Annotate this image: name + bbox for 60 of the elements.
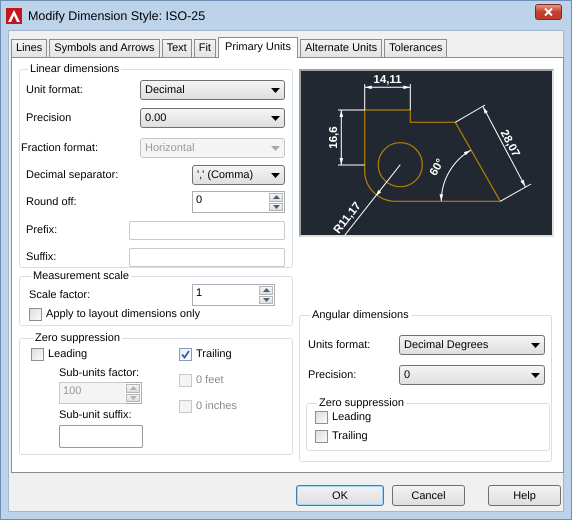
- checkbox[interactable]: [315, 430, 328, 442]
- caret-icon: [531, 372, 540, 378]
- group-title: Measurement scale: [32, 270, 130, 282]
- dropdown[interactable]: Decimal: [140, 80, 285, 100]
- field-label: Round off:: [26, 196, 77, 208]
- text-field[interactable]: [59, 425, 143, 448]
- caret-icon: [271, 172, 280, 178]
- checkbox[interactable]: [315, 410, 328, 424]
- app-logo-icon: [6, 8, 22, 24]
- checkbox[interactable]: [31, 348, 44, 360]
- dimension-label: 60°: [428, 156, 447, 178]
- checkbox-label: Leading: [332, 411, 372, 423]
- window-title: Modify Dimension Style: ISO-25: [28, 8, 206, 22]
- field-label: Prefix:: [26, 224, 58, 236]
- checkbox[interactable]: [179, 348, 192, 360]
- text-field[interactable]: [129, 248, 285, 266]
- field-label: Sub-unit suffix:: [59, 409, 133, 421]
- dropdown[interactable]: Decimal Degrees: [399, 335, 545, 355]
- dialog-button[interactable]: Cancel: [392, 485, 465, 506]
- dimension-label: 14,11: [373, 74, 402, 86]
- dropdown[interactable]: 0.00: [140, 108, 285, 128]
- group-title: Linear dimensions: [29, 63, 120, 75]
- checkbox-label: Trailing: [332, 430, 368, 442]
- checkbox-label: 0 feet: [196, 374, 224, 386]
- dropdown[interactable]: ',' (Comma): [192, 165, 285, 185]
- field-label: Fraction format:: [21, 142, 98, 154]
- close-button[interactable]: [535, 4, 562, 20]
- tab[interactable]: Text: [162, 39, 192, 57]
- field-label: Precision:: [308, 369, 356, 381]
- checkbox-label: Trailing: [196, 348, 232, 360]
- checkbox-label: 0 inches: [196, 400, 237, 412]
- dropdown[interactable]: 0: [399, 365, 545, 385]
- field-label: Units format:: [308, 339, 370, 351]
- close-icon: [544, 8, 553, 16]
- field-label: Scale factor:: [29, 289, 90, 301]
- caret-icon: [531, 342, 540, 348]
- checkbox[interactable]: [29, 308, 42, 320]
- dialog-button[interactable]: Help: [488, 485, 561, 506]
- tab[interactable]: Fit: [194, 39, 216, 57]
- group-title: Angular dimensions: [311, 309, 410, 321]
- tab[interactable]: Primary Units: [218, 37, 298, 58]
- tab[interactable]: Tolerances: [384, 39, 448, 57]
- field-label: Precision: [26, 112, 72, 124]
- dimension-label: 16,6: [328, 126, 340, 149]
- dialog-button[interactable]: OK: [296, 485, 384, 506]
- group-title: Zero suppression: [34, 332, 121, 344]
- tab[interactable]: Alternate Units: [300, 39, 382, 57]
- caret-icon: [271, 146, 280, 150]
- field-label: Decimal separator:: [26, 169, 118, 181]
- group-title: Zero suppression: [318, 397, 405, 409]
- checkbox-label: Apply to layout dimensions only: [46, 308, 200, 320]
- field-label: Unit format:: [26, 84, 83, 96]
- tab[interactable]: Symbols and Arrows: [49, 39, 160, 57]
- caret-icon: [271, 116, 280, 120]
- field-label: Suffix:: [26, 251, 56, 263]
- tab[interactable]: Lines: [11, 39, 48, 57]
- checkbox-label: Leading: [48, 348, 88, 360]
- field-label: Sub-units factor:: [59, 367, 140, 379]
- text-field[interactable]: [129, 220, 285, 240]
- caret-icon: [271, 88, 280, 92]
